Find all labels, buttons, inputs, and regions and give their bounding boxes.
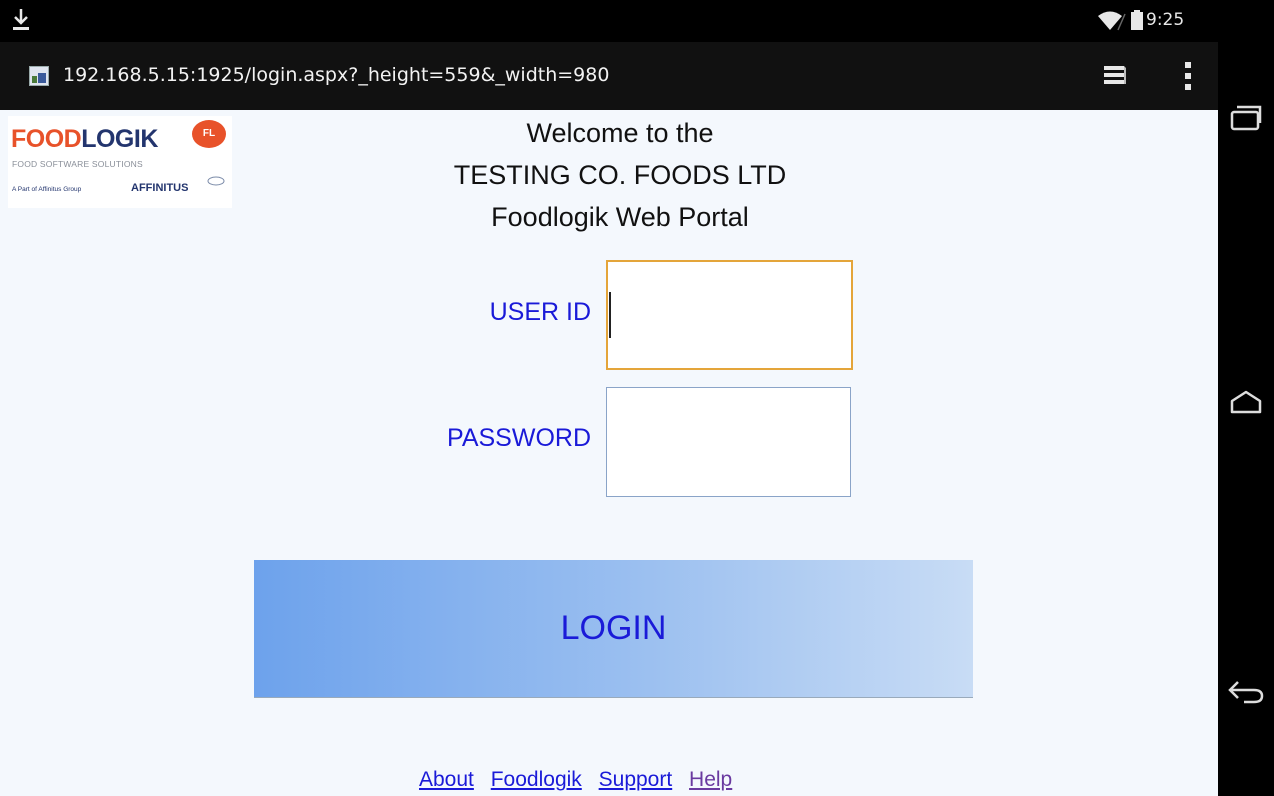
overflow-menu-icon[interactable] — [1183, 60, 1193, 92]
logo-tagline: FOOD SOFTWARE SOLUTIONS — [12, 159, 143, 169]
password-input[interactable] — [606, 387, 851, 497]
welcome-portal-name: Foodlogik Web Portal — [491, 202, 749, 232]
logo-wordmark: FOODLOGIK — [11, 125, 158, 154]
logo-logik-text: LOGIK — [81, 125, 158, 153]
recent-apps-icon[interactable] — [1229, 103, 1263, 133]
user-id-input[interactable] — [606, 260, 853, 370]
welcome-company-name: TESTING CO. FOODS LTD — [453, 160, 787, 190]
back-icon[interactable] — [1226, 676, 1266, 706]
logo-food-text: FOOD — [11, 125, 82, 153]
about-link[interactable]: About — [419, 768, 474, 791]
text-caret — [609, 292, 611, 338]
logo-affinitus: AFFINITUS — [131, 182, 189, 194]
download-icon — [13, 9, 29, 30]
logo-badge: FL — [192, 120, 226, 148]
favicon — [29, 66, 49, 86]
affinitus-swirl-icon — [207, 176, 225, 186]
help-link[interactable]: Help — [689, 768, 732, 791]
welcome-line-1: Welcome to the — [526, 118, 714, 148]
foodlogik-link[interactable]: Foodlogik — [491, 768, 582, 791]
web-page: FOODLOGIK FL FOOD SOFTWARE SOLUTIONS A P… — [0, 110, 1218, 796]
url-text[interactable]: 192.168.5.15:1925/login.aspx?_height=559… — [63, 64, 609, 86]
tabs-icon[interactable] — [1104, 64, 1126, 86]
home-icon[interactable] — [1226, 388, 1266, 418]
login-button[interactable]: LOGIN — [254, 560, 973, 698]
battery-icon — [1131, 10, 1143, 30]
support-link[interactable]: Support — [599, 768, 673, 791]
logo-part-of: A Part of Affinitus Group — [12, 186, 82, 193]
foodlogik-logo: FOODLOGIK FL FOOD SOFTWARE SOLUTIONS A P… — [8, 116, 232, 208]
user-id-label: USER ID — [489, 298, 591, 326]
wifi-icon — [1098, 11, 1126, 31]
status-time: 9:25 — [1146, 10, 1185, 30]
password-label: PASSWORD — [447, 424, 591, 452]
status-bar: 9:25 — [0, 0, 1218, 42]
footer-links: About Foodlogik Support Help — [419, 768, 743, 792]
